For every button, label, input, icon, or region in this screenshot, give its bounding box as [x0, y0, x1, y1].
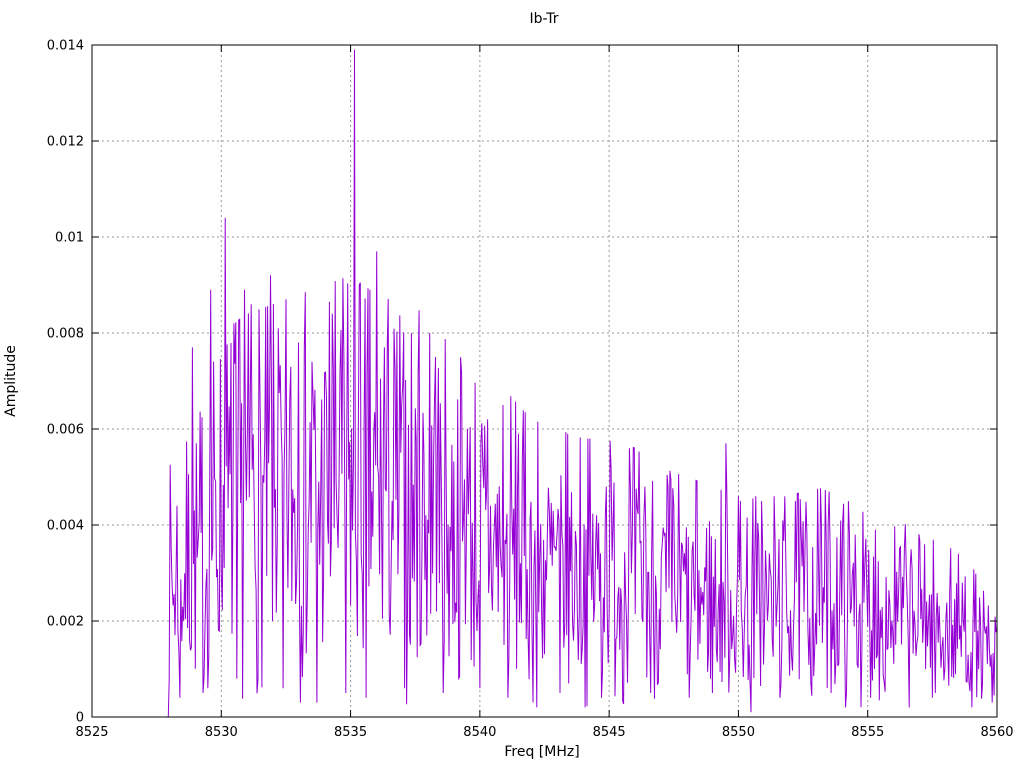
x-tick-label: 8540	[463, 725, 496, 740]
y-tick-label: 0.004	[47, 519, 84, 534]
x-tick-label: 8525	[75, 725, 108, 740]
x-tick-label: 8535	[334, 725, 367, 740]
y-tick-label: 0.012	[47, 135, 84, 150]
y-tick-label: 0	[76, 711, 84, 726]
x-tick-label: 8555	[851, 725, 884, 740]
x-tick-label: 8550	[722, 725, 755, 740]
chart-canvas: Ib-Tr Amplitude Freq [MHz] 8525 8530 8535 8…	[0, 0, 1024, 768]
y-tick-label: 0.008	[47, 327, 84, 342]
spectrum-trace	[167, 49, 998, 718]
y-tick-label: 0.006	[47, 423, 84, 438]
y-tick-label: 0.014	[47, 39, 84, 54]
plot-area: 8525 8530 8535 8540 8545 8550 8555 8560 0 0.002 0.…	[47, 39, 1014, 741]
x-tick-label: 8545	[593, 725, 626, 740]
y-tick-label: 0.01	[55, 231, 84, 246]
y-tick-label: 0.002	[47, 615, 84, 630]
x-tick-label: 8530	[205, 725, 238, 740]
x-tick-label: 8560	[980, 725, 1013, 740]
